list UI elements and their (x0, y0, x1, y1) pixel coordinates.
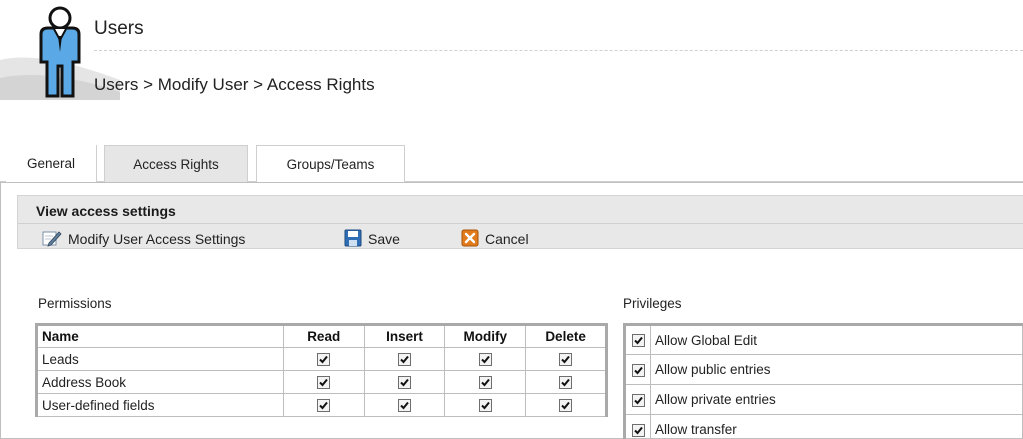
checkmark-icon (319, 356, 328, 364)
checkmark-icon (481, 379, 490, 387)
tab-general[interactable]: General (6, 145, 97, 182)
toolbar-divider (18, 223, 1023, 224)
modify-access-settings-button[interactable]: Modify User Access Settings (42, 230, 245, 248)
checkmark-icon (561, 402, 570, 410)
checkmark-icon (481, 402, 490, 410)
tab-access-rights[interactable]: Access Rights (104, 145, 248, 182)
checkmark-icon (633, 337, 643, 345)
checkmark-icon (561, 356, 570, 364)
breadcrumb: Users > Modify User > Access Rights (94, 75, 375, 94)
checkmark-icon (633, 366, 643, 375)
save-label: Save (368, 231, 400, 247)
tab-groups-teams[interactable]: Groups/Teams (256, 145, 405, 182)
checkmark-icon (400, 402, 409, 410)
privilege-label: Allow public entries (650, 354, 1023, 385)
list-item: Allow Global Edit (624, 324, 1023, 355)
user-figure-icon (32, 6, 88, 98)
privilege-checkbox[interactable] (631, 393, 645, 407)
privilege-checkbox[interactable] (631, 423, 645, 437)
checkmark-icon (633, 426, 643, 435)
table-row: Address Book (36, 370, 607, 394)
list-item: Allow public entries (624, 354, 1023, 385)
privileges-label: Privileges (623, 296, 682, 311)
delete-checkbox[interactable] (559, 399, 573, 413)
permissions-header-row: Name Read Insert Modify Delete (36, 324, 607, 348)
cancel-label: Cancel (485, 231, 529, 247)
cancel-button[interactable]: Cancel (461, 229, 529, 250)
insert-checkbox[interactable] (397, 353, 411, 367)
permissions-label: Permissions (38, 296, 112, 311)
save-button[interactable]: Save (344, 229, 400, 250)
privileges-table: Allow Global Edit Allow public entries A… (623, 323, 1023, 439)
modify-checkbox[interactable] (478, 353, 492, 367)
cancel-x-icon (461, 229, 485, 250)
checkmark-icon (319, 379, 328, 387)
permissions-table: Name Read Insert Modify Delete Leads Add… (35, 323, 608, 417)
checkmark-icon (319, 402, 328, 410)
permission-name: User-defined fields (36, 393, 284, 417)
modify-checkbox[interactable] (478, 399, 492, 413)
tab-bar: General Access Rights Groups/Teams (0, 145, 1023, 182)
table-row: Leads (36, 347, 607, 371)
delete-checkbox[interactable] (559, 353, 573, 367)
column-header-modify: Modify (444, 324, 527, 348)
table-row: User-defined fields (36, 393, 607, 417)
permission-name: Address Book (36, 370, 284, 394)
column-header-insert: Insert (363, 324, 446, 348)
edit-pencil-icon (42, 229, 68, 250)
read-checkbox[interactable] (317, 376, 331, 390)
delete-checkbox[interactable] (559, 376, 573, 390)
list-item: Allow transfer (624, 414, 1023, 439)
read-checkbox[interactable] (317, 353, 331, 367)
modify-access-settings-label: Modify User Access Settings (68, 231, 246, 247)
title-divider (94, 50, 1023, 51)
checkmark-icon (561, 379, 570, 387)
insert-checkbox[interactable] (397, 376, 411, 390)
column-header-delete: Delete (525, 324, 607, 348)
column-header-read: Read (282, 324, 365, 348)
page-title: Users (94, 18, 144, 39)
privilege-checkbox[interactable] (631, 334, 645, 348)
list-item: Allow private entries (624, 384, 1023, 415)
checkmark-icon (481, 356, 490, 364)
insert-checkbox[interactable] (397, 399, 411, 413)
panel-header: View access settings Modify User Access … (17, 195, 1023, 249)
checkmark-icon (400, 356, 409, 364)
checkmark-icon (400, 379, 409, 387)
floppy-disk-icon (344, 229, 368, 250)
permission-name: Leads (36, 347, 284, 371)
privilege-checkbox[interactable] (631, 363, 645, 377)
read-checkbox[interactable] (317, 399, 331, 413)
panel-title: View access settings (36, 203, 176, 219)
checkmark-icon (633, 396, 643, 405)
privilege-label: Allow private entries (650, 384, 1023, 415)
privilege-label: Allow transfer (650, 414, 1023, 439)
modify-checkbox[interactable] (478, 376, 492, 390)
privilege-label: Allow Global Edit (650, 324, 1023, 355)
column-header-name: Name (36, 324, 284, 348)
